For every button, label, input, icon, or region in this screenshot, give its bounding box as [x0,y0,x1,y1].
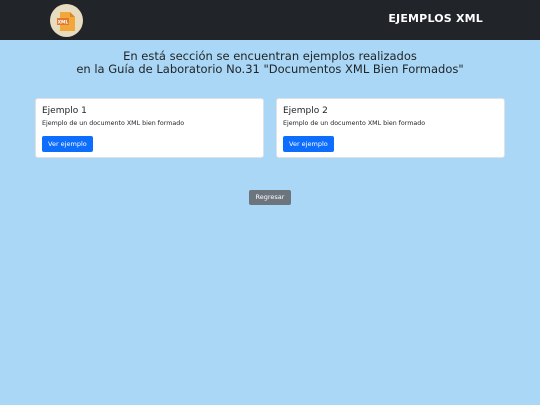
view-example-1-button[interactable]: Ver ejemplo [42,136,93,152]
example-card-2: Ejemplo 2 Ejemplo de un documento XML bi… [276,98,505,158]
page-title: EJEMPLOS XML [388,12,483,25]
card-text: Ejemplo de un documento XML bien formado [42,120,185,127]
navbar: XML EJEMPLOS XML [0,0,540,40]
intro-line-2: en la Guía de Laboratorio No.31 "Documen… [76,62,464,76]
card-text: Ejemplo de un documento XML bien formado [283,120,426,127]
view-example-2-button[interactable]: Ver ejemplo [283,136,334,152]
logo-text: XML [58,20,69,26]
intro-text: En está sección se encuentran ejemplos r… [0,50,540,76]
xml-file-icon[interactable]: XML [50,4,83,37]
example-card-1: Ejemplo 1 Ejemplo de un documento XML bi… [35,98,264,158]
card-title: Ejemplo 1 [42,106,87,116]
back-button[interactable]: Regresar [249,190,291,205]
card-title: Ejemplo 2 [283,106,328,116]
